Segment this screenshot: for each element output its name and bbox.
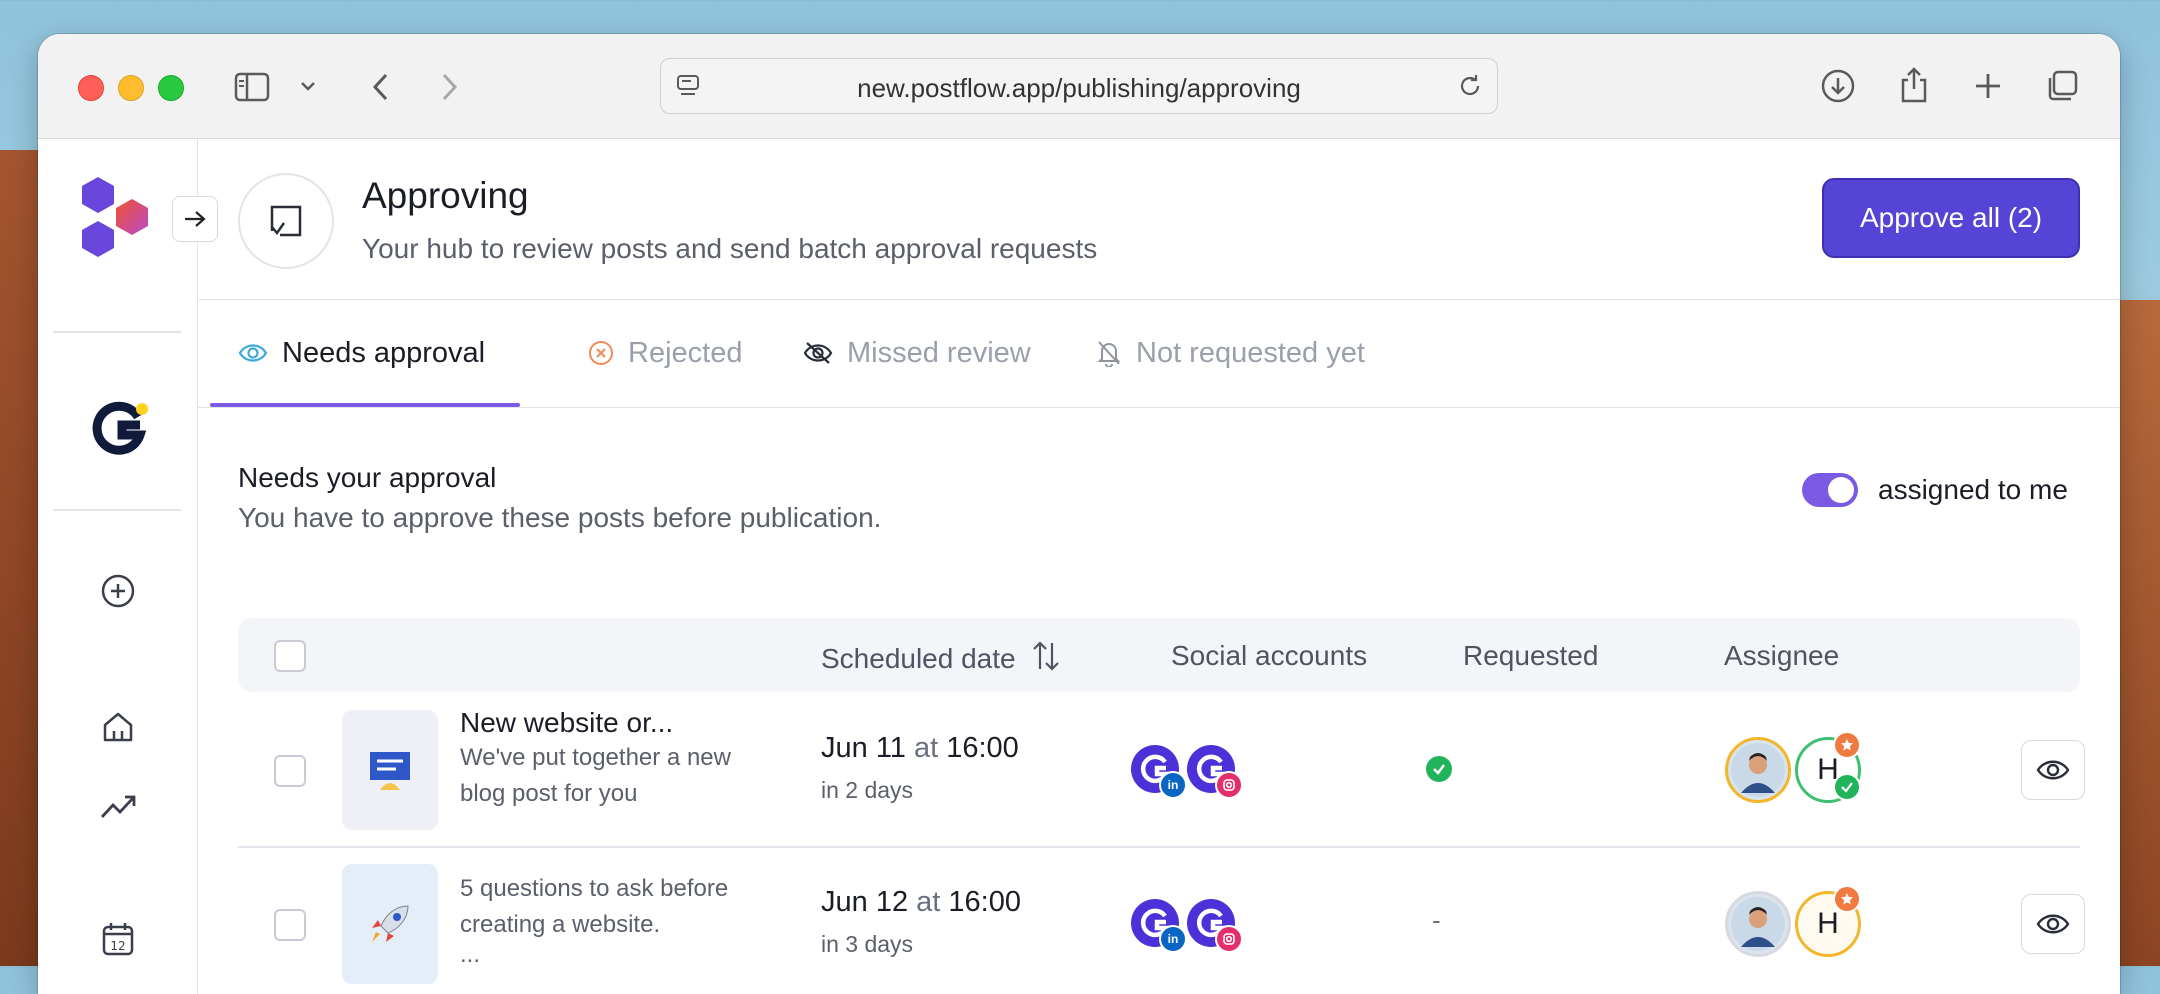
requested-empty: - xyxy=(1432,905,1441,935)
svg-text:12: 12 xyxy=(110,939,125,953)
post-excerpt-line: ... xyxy=(460,941,481,968)
preview-post-button[interactable] xyxy=(2021,894,2085,954)
bell-off-icon xyxy=(1097,341,1121,367)
zoom-window-button[interactable] xyxy=(158,75,184,101)
page-header: Approving Your hub to review posts and s… xyxy=(198,139,2120,300)
eye-icon xyxy=(2036,760,2070,780)
close-window-button[interactable] xyxy=(78,75,104,101)
share-icon[interactable] xyxy=(1894,64,1934,106)
tab-label: Rejected xyxy=(628,336,743,369)
arrow-right-icon xyxy=(185,211,206,227)
select-all-checkbox[interactable] xyxy=(274,640,306,672)
chevron-down-icon[interactable] xyxy=(296,74,320,98)
row-checkbox[interactable] xyxy=(274,755,306,787)
page-title: Approving xyxy=(362,175,529,216)
back-arrow-icon[interactable] xyxy=(360,67,400,107)
column-requested: Requested xyxy=(1463,640,1599,671)
toggle-knob xyxy=(1828,477,1854,503)
post-excerpt-line: 5 questions to ask before xyxy=(460,875,729,902)
tab-label: Missed review xyxy=(847,336,1031,369)
assignee-avatar[interactable] xyxy=(1725,891,1791,957)
scheduled-date: Jun 12 at 16:00 xyxy=(821,886,1021,918)
row-checkbox[interactable] xyxy=(274,909,306,941)
preview-post-button[interactable] xyxy=(2021,740,2085,800)
relative-date: in 2 days xyxy=(821,777,914,803)
table-header: Scheduled date Social accounts Requested… xyxy=(238,618,2080,692)
post-excerpt-line: We've put together a new xyxy=(460,744,731,771)
instagram-icon xyxy=(1215,925,1243,953)
social-account-avatar[interactable] xyxy=(1187,745,1243,799)
tab-needs-approval[interactable]: Needs approval xyxy=(238,300,485,406)
presentation-image-icon xyxy=(370,752,410,790)
scheduled-date: Jun 11 at 16:00 xyxy=(821,732,1019,764)
expand-sidebar-button[interactable] xyxy=(172,196,218,242)
row-divider xyxy=(238,846,2080,848)
browser-window: new.postflow.app/publishing/approving 12… xyxy=(38,34,2120,994)
sidebar-divider xyxy=(53,331,181,333)
star-badge-icon xyxy=(1833,885,1861,913)
eye-off-icon xyxy=(803,342,833,364)
analytics-trend-icon[interactable] xyxy=(88,777,148,837)
forward-arrow-icon[interactable] xyxy=(430,67,470,107)
url-text: new.postflow.app/publishing/approving xyxy=(857,73,1301,103)
linkedin-icon: in xyxy=(1159,925,1187,953)
social-account-avatar[interactable]: in xyxy=(1131,899,1187,953)
main-content: Approving Your hub to review posts and s… xyxy=(198,139,2120,994)
instagram-icon xyxy=(1215,771,1243,799)
calendar-icon[interactable]: 12 xyxy=(88,909,148,969)
section-subtitle: You have to approve these posts before p… xyxy=(238,502,882,533)
active-tab-indicator xyxy=(210,403,520,407)
section-title: Needs your approval xyxy=(238,462,497,493)
user-photo-icon xyxy=(1731,743,1785,797)
tab-bar: Needs approval Rejected Missed review No… xyxy=(198,300,2120,408)
tab-overview-icon[interactable] xyxy=(2042,66,2082,106)
requested-check-icon xyxy=(1426,756,1452,782)
post-thumbnail[interactable] xyxy=(342,710,438,830)
tab-not-requested-yet[interactable]: Not requested yet xyxy=(1096,300,1365,406)
home-icon[interactable] xyxy=(88,697,148,757)
approve-all-button[interactable]: Approve all (2) xyxy=(1822,178,2080,258)
new-tab-plus-icon[interactable] xyxy=(1968,66,2008,106)
minimize-window-button[interactable] xyxy=(118,75,144,101)
tab-label: Needs approval xyxy=(282,336,486,369)
assignee-avatar[interactable] xyxy=(1725,737,1791,803)
app-root: 12 Approving Your hub to review posts an… xyxy=(38,139,2120,994)
sidebar-divider-2 xyxy=(53,509,181,511)
eye-icon xyxy=(238,344,268,362)
rocket-icon xyxy=(372,905,409,942)
create-post-plus-icon[interactable] xyxy=(88,561,148,621)
eye-icon xyxy=(2036,914,2070,934)
post-title[interactable]: New website or... xyxy=(460,707,673,739)
tab-missed-review[interactable]: Missed review xyxy=(803,300,1031,406)
column-scheduled-date[interactable]: Scheduled date xyxy=(821,640,1061,675)
page-subtitle: Your hub to review posts and send batch … xyxy=(362,233,1098,264)
social-account-avatar[interactable] xyxy=(1187,899,1243,953)
toggle-label: assigned to me xyxy=(1878,474,2068,505)
tab-rejected[interactable]: Rejected xyxy=(588,300,742,406)
approved-badge-icon xyxy=(1833,773,1861,801)
reload-icon[interactable] xyxy=(1455,71,1485,101)
approval-header-icon xyxy=(238,173,334,269)
postflow-logo[interactable] xyxy=(78,175,158,259)
assigned-to-me-toggle[interactable] xyxy=(1802,473,1858,507)
tab-label: Not requested yet xyxy=(1136,336,1365,369)
workspace-brand-icon[interactable] xyxy=(88,395,152,459)
sort-icon[interactable] xyxy=(1031,640,1061,672)
column-assignee: Assignee xyxy=(1724,640,1840,671)
social-account-avatar[interactable]: in xyxy=(1131,745,1187,799)
post-thumbnail[interactable] xyxy=(342,864,438,984)
user-photo-icon xyxy=(1731,897,1785,951)
linkedin-icon: in xyxy=(1159,771,1187,799)
sidebar-toggle-icon[interactable] xyxy=(232,67,272,107)
post-excerpt-line: blog post for you xyxy=(460,780,638,807)
x-circle-icon xyxy=(589,341,613,365)
column-social-accounts: Social accounts xyxy=(1171,640,1368,671)
sidebar: 12 xyxy=(38,139,198,994)
star-badge-icon xyxy=(1833,731,1861,759)
download-icon[interactable] xyxy=(1818,66,1858,106)
relative-date: in 3 days xyxy=(821,931,914,957)
browser-toolbar: new.postflow.app/publishing/approving xyxy=(38,34,2120,139)
address-bar[interactable]: new.postflow.app/publishing/approving xyxy=(660,58,1498,114)
